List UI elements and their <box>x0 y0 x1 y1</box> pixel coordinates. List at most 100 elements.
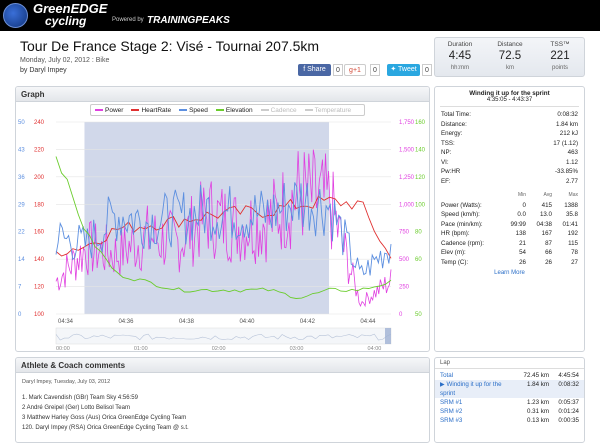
stats-cell: Pace (min/km): <box>441 220 483 228</box>
y-tick-elevation: 100 <box>415 202 426 208</box>
brand-logo[interactable]: GreenEDGE cycling <box>33 2 107 28</box>
legend-label: HeartRate <box>141 107 172 114</box>
stats-cell: 04:38 <box>536 220 552 228</box>
lap-duration: 0:01:24 <box>558 408 579 415</box>
gplus-button[interactable]: g+1 <box>344 64 366 76</box>
summary-value: 1.12 <box>565 158 578 166</box>
trainingpeaks-logo[interactable]: TRAININGPEAKS <box>147 15 230 26</box>
stats-cell: Speed (km/h): <box>441 211 480 218</box>
legend-label: Cadence <box>270 107 297 114</box>
y-tick-elevation: 80 <box>415 230 422 236</box>
summary-row: NP: 463 <box>435 148 584 158</box>
gplus-label: +1 <box>352 67 361 74</box>
stats-cell: Power (Watts): <box>441 201 482 209</box>
stats-cell: Max <box>568 192 578 198</box>
summary-row: EF: 2.77 <box>435 177 584 187</box>
y-tick-power: 1,500 <box>399 147 415 153</box>
stats-cell: 13.0 <box>539 211 552 218</box>
summary-label: Distance: <box>441 120 467 128</box>
y-tick-speed: 22 <box>18 230 25 236</box>
legend-power[interactable]: Power <box>95 105 123 115</box>
stats-table-row: Speed (km/h): 0.0 13.0 35.8 <box>435 210 584 220</box>
summary-value: 1.84 km <box>555 120 578 128</box>
x-tick-label: 04:36 <box>118 319 134 325</box>
stats-cell: Min <box>517 192 526 198</box>
stats-cell: 115 <box>568 239 578 247</box>
legend-label: Power <box>105 107 124 114</box>
navigator-tick: 01:00 <box>134 346 148 352</box>
lap-name[interactable]: SRM #1 <box>440 398 515 407</box>
lap-distance: 72.45 km <box>523 372 549 379</box>
lap-duration: 0:08:32 <box>558 381 579 388</box>
comments-title: Athlete & Coach comments <box>16 358 429 373</box>
x-tick-label: 04:42 <box>300 319 316 325</box>
workout-chart[interactable]: 50 240 1,75043 220 1,50036 200 1,25029 180 1,000… <box>16 102 430 352</box>
summary-value: 2.77 <box>565 177 578 185</box>
stats-cell: 167 <box>541 230 552 237</box>
lap-name[interactable]: SRM #3 <box>440 416 515 425</box>
stats-table-row: HR (bpm): 138 167 192 <box>435 229 584 239</box>
stats-cell: 0.0 <box>517 211 526 218</box>
stats-table-header: Min Avg Max <box>435 191 584 201</box>
metric-value: 4:45 <box>448 50 472 62</box>
legend-temperature[interactable]: Temperature <box>304 105 352 115</box>
legend-elevation[interactable]: Elevation <box>215 105 253 115</box>
stats-table-row: Pace (min/km): 99:99 04:38 01:41 <box>435 220 584 230</box>
summary-label: Energy: <box>441 130 463 137</box>
summary-label: NP: <box>441 149 452 156</box>
summary-row: Pw:HR -33.85% <box>435 167 584 177</box>
lap-row[interactable]: SRM #3 0.13 km 0:00:35 <box>435 416 584 425</box>
y-tick-power: 1,000 <box>399 202 415 208</box>
lap-row[interactable]: SRM #1 1.23 km 0:05:37 <box>435 398 584 407</box>
learn-more-link[interactable]: Learn More <box>435 270 584 276</box>
y-tick-power: 1,250 <box>399 175 415 181</box>
y-tick-power: 750 <box>399 230 410 236</box>
summary-label: EF: <box>441 177 451 185</box>
lap-name[interactable]: ▶ Winding it up for the sprint <box>440 380 515 398</box>
y-tick-hr: 100 <box>34 312 45 318</box>
lap-row[interactable]: SRM #2 0.31 km 0:01:24 <box>435 407 584 416</box>
y-tick-hr: 200 <box>34 175 45 181</box>
stats-cell: Avg <box>543 192 552 198</box>
legend-label: Temperature <box>314 107 352 114</box>
stats-cell: 415 <box>541 201 552 209</box>
x-tick-label: 04:40 <box>239 319 255 325</box>
metric-tss: TSS™ 221 points <box>535 38 584 76</box>
comments-panel: Athlete & Coach comments Daryl Impey, Tu… <box>15 357 430 443</box>
lap-duration: 4:45:54 <box>558 372 579 379</box>
facebook-share-button[interactable]: f Share <box>298 64 331 76</box>
stats-cell: 27 <box>571 258 578 266</box>
summary-range: 4:35:05 - 4:43:37 <box>486 97 533 103</box>
stats-cell: Cadence (rpm): <box>441 239 484 247</box>
lap-row[interactable]: ▶ Winding it up for the sprint 1.84 km 0:0… <box>435 380 584 398</box>
lap-row[interactable]: Total 72.45 km 4:45:54 <box>435 371 584 380</box>
legend-speed[interactable]: Speed <box>179 105 208 115</box>
lap-name[interactable]: Total <box>440 371 515 380</box>
metric-distance: Distance 72.5 km <box>485 38 535 76</box>
graph-panel: Graph 50 240 1,750 43 220 1,500 36 200 1,250 29 18… <box>15 86 430 352</box>
stats-cell: 99:99 <box>510 220 526 228</box>
chart-legend: Power HeartRate Speed Elevation Cadence … <box>90 104 365 116</box>
share-label: Share <box>307 66 326 73</box>
legend-cadence[interactable]: Cadence <box>260 105 297 115</box>
tweet-button[interactable]: ✦ Tweet <box>387 64 420 76</box>
gplus-count: 0 <box>370 64 380 76</box>
workout-title: Tour De France Stage 2: Visé - Tournai 2… <box>20 38 320 54</box>
summary-label: VI: <box>441 158 449 166</box>
laps-panel: Lap Total 72.45 km 4:45:54 ▶ Winding it up … <box>434 357 585 443</box>
summary-value: -33.85% <box>554 168 578 175</box>
timeline-navigator <box>55 327 392 345</box>
metric-unit: points <box>551 65 568 71</box>
metric-unit: hh:mm <box>450 65 470 71</box>
stats-table-row: Power (Watts): 0 415 1388 <box>435 201 584 211</box>
lap-name[interactable]: SRM #2 <box>440 407 515 416</box>
stats-cell: 66 <box>545 249 552 256</box>
metric-duration: Duration 4:45 hh:mm <box>435 38 485 76</box>
summary-label: TSS: <box>441 139 455 147</box>
y-tick-power: 1,750 <box>399 120 415 126</box>
comment-line: 3 Matthew Harley Goss (Aus) Orica GreenE… <box>22 415 187 421</box>
y-tick-speed: 7 <box>18 285 22 291</box>
y-tick-hr: 140 <box>34 257 45 263</box>
legend-heartrate[interactable]: HeartRate <box>131 105 171 115</box>
summary-header: Winding it up for the sprint 4:35:05 - 4… <box>440 90 579 107</box>
